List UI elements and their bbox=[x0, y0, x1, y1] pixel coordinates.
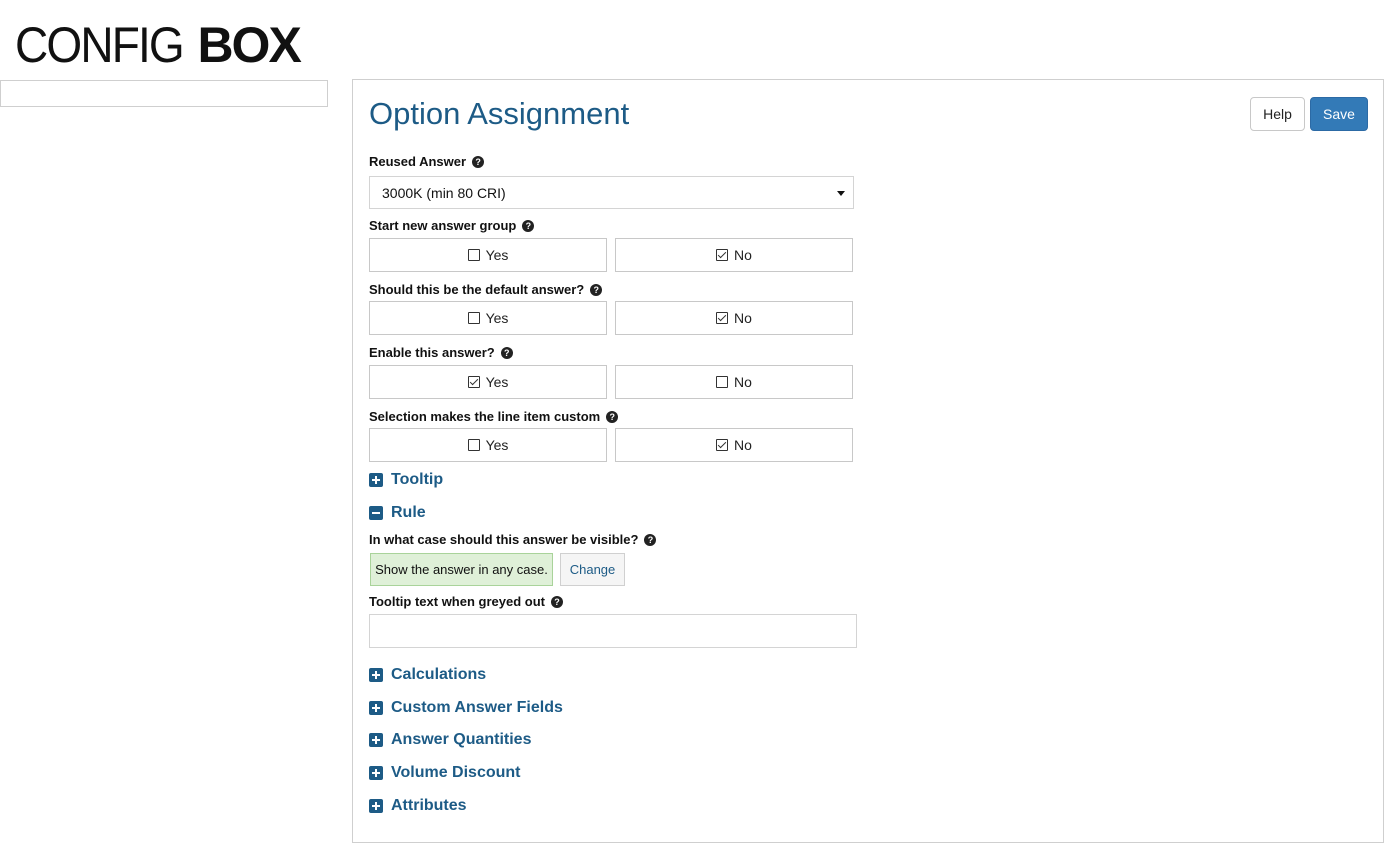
yes-label: Yes bbox=[485, 247, 509, 263]
section-custom-answer-fields-label: Custom Answer Fields bbox=[391, 699, 563, 716]
question-circle-icon[interactable]: ? bbox=[522, 219, 535, 232]
question-circle-icon[interactable]: ? bbox=[606, 410, 619, 423]
reused-answer-value: 3000K (min 80 CRI) bbox=[382, 184, 506, 201]
visibility-label-text: In what case should this answer be visib… bbox=[369, 532, 639, 547]
reused-answer-select[interactable]: 3000K (min 80 CRI) bbox=[369, 176, 854, 209]
default-answer-yes[interactable]: Yes bbox=[369, 301, 607, 335]
plus-square-icon bbox=[369, 766, 383, 780]
no-label: No bbox=[734, 247, 752, 263]
section-tooltip-label: Tooltip bbox=[391, 471, 444, 488]
checkbox-unchecked-icon bbox=[716, 376, 729, 388]
reused-answer-label-text: Reused Answer bbox=[369, 154, 467, 169]
main-panel: Option Assignment Help Save Reused Answe… bbox=[352, 79, 1384, 843]
custom-line-item-yes[interactable]: Yes bbox=[369, 428, 607, 462]
checkbox-checked-icon bbox=[716, 312, 729, 324]
reused-answer-label: Reused Answer ? bbox=[369, 154, 485, 169]
question-circle-icon[interactable]: ? bbox=[472, 155, 485, 168]
greyed-tooltip-label: Tooltip text when greyed out ? bbox=[369, 594, 563, 609]
question-circle-icon[interactable]: ? bbox=[550, 595, 563, 608]
logo-light-text: CONFIG bbox=[15, 17, 185, 73]
rule-summary: Show the answer in any case. bbox=[370, 553, 553, 586]
checkbox-unchecked-icon bbox=[467, 249, 480, 261]
greyed-tooltip-label-text: Tooltip text when greyed out bbox=[369, 594, 545, 609]
enable-answer-no[interactable]: No bbox=[615, 365, 853, 399]
yes-label: Yes bbox=[485, 374, 509, 390]
section-rule-label: Rule bbox=[391, 504, 426, 521]
start-new-group-label-text: Start new answer group bbox=[369, 218, 517, 233]
no-label: No bbox=[734, 437, 752, 453]
enable-answer-yes[interactable]: Yes bbox=[369, 365, 607, 399]
enable-answer-label-text: Enable this answer? bbox=[369, 345, 495, 360]
greyed-tooltip-input[interactable] bbox=[369, 614, 857, 648]
checkbox-checked-icon bbox=[716, 439, 729, 451]
caret-down-icon bbox=[837, 191, 845, 196]
section-answer-quantities[interactable]: Answer Quantities bbox=[369, 731, 531, 749]
custom-line-item-label-text: Selection makes the line item custom bbox=[369, 409, 601, 424]
page-title: Option Assignment bbox=[369, 96, 630, 131]
section-volume-discount-label: Volume Discount bbox=[391, 764, 521, 781]
section-custom-answer-fields[interactable]: Custom Answer Fields bbox=[369, 699, 563, 717]
plus-square-icon bbox=[369, 473, 383, 487]
plus-square-icon bbox=[369, 733, 383, 747]
question-circle-icon[interactable]: ? bbox=[500, 346, 513, 359]
section-tooltip[interactable]: Tooltip bbox=[369, 471, 443, 489]
sidebar-tree-box[interactable] bbox=[0, 80, 328, 107]
custom-line-item-no[interactable]: No bbox=[615, 428, 853, 462]
question-circle-icon[interactable]: ? bbox=[644, 533, 657, 546]
yes-label: Yes bbox=[485, 310, 509, 326]
plus-square-icon bbox=[369, 668, 383, 682]
visibility-label: In what case should this answer be visib… bbox=[369, 532, 657, 547]
checkbox-checked-icon bbox=[716, 249, 729, 261]
section-calculations-label: Calculations bbox=[391, 666, 487, 683]
section-calculations[interactable]: Calculations bbox=[369, 666, 486, 684]
default-answer-label-text: Should this be the default answer? bbox=[369, 282, 585, 297]
checkbox-unchecked-icon bbox=[467, 312, 480, 324]
custom-line-item-label: Selection makes the line item custom ? bbox=[369, 409, 619, 424]
default-answer-label: Should this be the default answer? ? bbox=[369, 282, 603, 297]
enable-answer-label: Enable this answer? ? bbox=[369, 345, 513, 360]
checkbox-unchecked-icon bbox=[467, 439, 480, 451]
change-rule-button[interactable]: Change bbox=[560, 553, 625, 586]
default-answer-no[interactable]: No bbox=[615, 301, 853, 335]
section-rule[interactable]: Rule bbox=[369, 504, 426, 522]
plus-square-icon bbox=[369, 701, 383, 715]
minus-square-icon bbox=[369, 506, 383, 520]
no-label: No bbox=[734, 310, 752, 326]
plus-square-icon bbox=[369, 799, 383, 813]
logo-bold-text: BOX bbox=[197, 17, 301, 73]
section-answer-quantities-label: Answer Quantities bbox=[391, 731, 532, 748]
start-new-group-label: Start new answer group ? bbox=[369, 218, 535, 233]
save-button[interactable]: Save bbox=[1310, 97, 1368, 131]
yes-label: Yes bbox=[485, 437, 509, 453]
section-attributes-label: Attributes bbox=[391, 797, 467, 814]
question-circle-icon[interactable]: ? bbox=[590, 283, 603, 296]
section-attributes[interactable]: Attributes bbox=[369, 797, 467, 815]
logo: CONFIG BOX bbox=[15, 17, 302, 73]
start-new-group-yes[interactable]: Yes bbox=[369, 238, 607, 272]
section-volume-discount[interactable]: Volume Discount bbox=[369, 764, 521, 782]
checkbox-checked-icon bbox=[467, 376, 480, 388]
start-new-group-no[interactable]: No bbox=[615, 238, 853, 272]
help-button[interactable]: Help bbox=[1250, 97, 1305, 131]
no-label: No bbox=[734, 374, 752, 390]
